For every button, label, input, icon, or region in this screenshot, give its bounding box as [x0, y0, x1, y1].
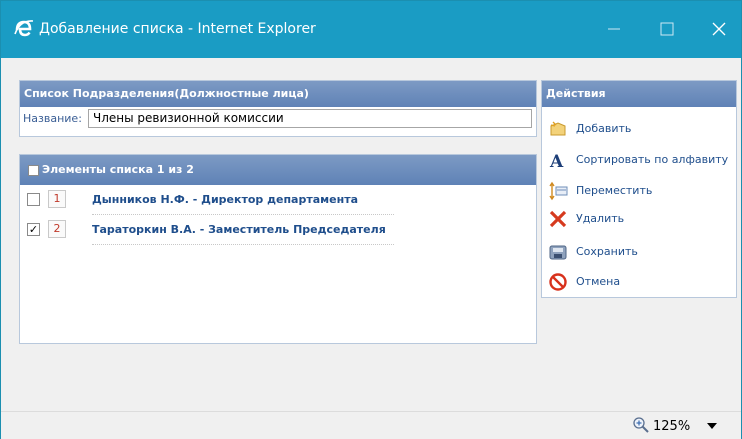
svg-text:A: A: [549, 152, 564, 170]
item-number: 2: [48, 220, 66, 238]
list-item: ✓ 2 Тараторкин В.А. - Заместитель Предсе…: [20, 215, 536, 245]
items-header-label: Элементы списка 1 из 2: [42, 163, 194, 176]
cancel-label: Отмена: [576, 275, 621, 288]
sort-label: Сортировать по алфавиту: [576, 153, 729, 166]
actions-panel: Действия Добавить A Сортировать по алфав…: [541, 80, 737, 298]
internet-explorer-icon: [14, 20, 34, 37]
items-header: Элементы списка 1 из 2: [20, 155, 536, 185]
browser-window: Добавление списка - Internet Explorer Сп…: [0, 0, 742, 439]
save-label: Сохранить: [576, 245, 638, 258]
move-icon: [549, 181, 568, 201]
name-label: Название:: [23, 112, 82, 125]
list-panel-header: Список Подразделения(Должностные лица): [20, 81, 536, 107]
list-item: 1 Дынников Н.Ф. - Директор департамента: [20, 185, 536, 215]
item-text[interactable]: Дынников Н.Ф. - Директор департамента: [92, 193, 358, 206]
select-all-checkbox[interactable]: [28, 164, 39, 176]
maximize-button[interactable]: [652, 15, 682, 43]
add-label: Добавить: [576, 122, 632, 135]
item-text[interactable]: Тараторкин В.А. - Заместитель Председате…: [92, 223, 386, 236]
cancel-icon: [549, 273, 567, 291]
zoom-level: 125%: [653, 419, 691, 434]
item-number: 1: [48, 190, 66, 208]
list-items-panel: Элементы списка 1 из 2 1 Дынников Н.Ф. -…: [19, 154, 537, 344]
close-button[interactable]: [704, 15, 734, 43]
zoom-dropdown-icon[interactable]: [707, 423, 717, 429]
add-icon: [550, 121, 566, 136]
name-input[interactable]: Члены ревизионной комиссии: [88, 109, 532, 128]
window-title: Добавление списка - Internet Explorer: [39, 21, 316, 37]
move-label: Переместить: [576, 184, 653, 197]
status-bar: 125%: [1, 411, 741, 439]
save-icon: [549, 245, 567, 260]
zoom-icon[interactable]: [632, 416, 650, 434]
item-checkbox[interactable]: ✓: [27, 223, 40, 236]
actions-header: Действия: [542, 81, 736, 107]
item-checkbox[interactable]: [27, 193, 40, 206]
name-row: Название: Члены ревизионной комиссии: [20, 107, 536, 131]
delete-icon: [549, 210, 567, 228]
page-content: Список Подразделения(Должностные лица) Н…: [1, 58, 741, 411]
sort-alpha-icon: A: [549, 152, 564, 170]
title-bar: Добавление списка - Internet Explorer: [1, 1, 741, 58]
list-properties-panel: Список Подразделения(Должностные лица) Н…: [19, 80, 537, 137]
minimize-button[interactable]: [599, 15, 629, 43]
delete-label: Удалить: [576, 212, 625, 225]
item-divider: [92, 244, 394, 245]
